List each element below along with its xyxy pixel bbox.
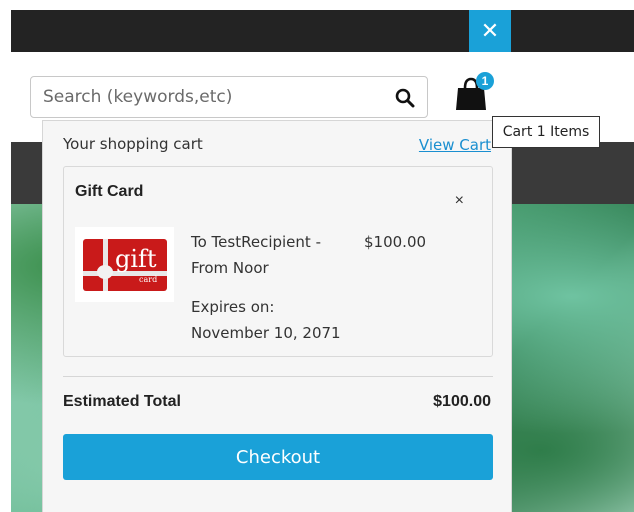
cart-item-description: To TestRecipient - From Noor: [191, 233, 321, 277]
cart-dropdown-title: Your shopping cart: [63, 135, 203, 153]
remove-item-button[interactable]: ×: [455, 193, 464, 209]
divider: [63, 376, 493, 377]
cart-item-expiry-date: November 10, 2071: [191, 324, 341, 342]
gift-card-image-subtext: card: [139, 275, 158, 284]
cart-tooltip: Cart 1 Items: [492, 116, 600, 148]
gift-card-image-text: gift: [115, 245, 157, 273]
cart-item-expiry-label: Expires on:: [191, 298, 275, 316]
cart-item: Gift Card × gift card To TestRecipient -…: [63, 166, 493, 357]
search-icon[interactable]: [395, 88, 415, 108]
top-bar: [11, 10, 634, 52]
estimated-total-label: Estimated Total: [63, 393, 181, 410]
cart-item-price: $100.00: [364, 233, 427, 251]
cart-item-thumbnail: gift card: [75, 227, 174, 302]
gift-card-image: gift card: [83, 239, 167, 291]
view-cart-link[interactable]: View Cart: [419, 136, 491, 154]
close-icon: ✕: [480, 18, 500, 43]
gift-bow: [97, 265, 113, 279]
cart-dropdown: Your shopping cart View Cart Gift Card ×…: [42, 120, 512, 512]
search-box: [30, 76, 428, 118]
estimated-total-value: $100.00: [433, 393, 491, 410]
close-button[interactable]: ✕: [469, 10, 511, 52]
checkout-button[interactable]: Checkout: [63, 434, 493, 480]
search-input[interactable]: [43, 85, 383, 109]
cart-count-badge: 1: [476, 72, 494, 90]
cart-item-name: Gift Card: [75, 183, 144, 200]
